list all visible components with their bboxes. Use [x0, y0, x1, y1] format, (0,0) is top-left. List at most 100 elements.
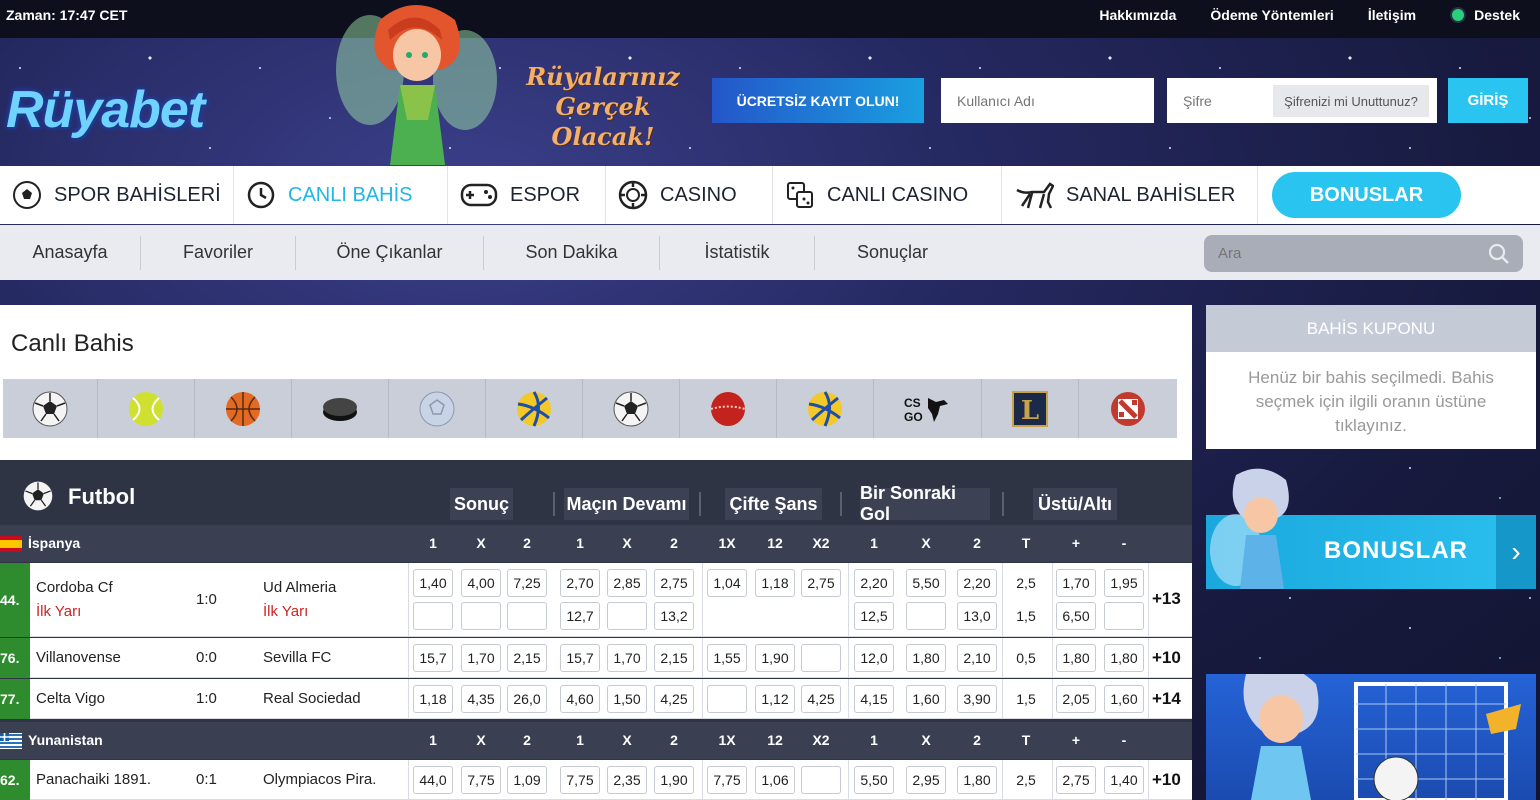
more-markets-button[interactable]: +10 [1152, 648, 1181, 668]
payment-methods-link[interactable]: Ödeme Yöntemleri [1210, 7, 1333, 23]
odds-button[interactable]: 1,80 [906, 644, 946, 672]
sport-beach-volleyball[interactable] [777, 379, 874, 438]
odds-button[interactable]: 2,20 [957, 569, 997, 597]
forgot-password-button[interactable]: Şifrenizi mi Unuttunuz? [1273, 85, 1429, 117]
odds-button[interactable]: 7,75 [707, 766, 747, 794]
odds-button[interactable] [707, 685, 747, 713]
search-icon[interactable] [1488, 243, 1510, 265]
odds-button[interactable]: 2,75 [801, 569, 841, 597]
odds-button[interactable] [801, 766, 841, 794]
subnav-statistics[interactable]: İstatistik [660, 235, 815, 270]
odds-button[interactable]: 6,50 [1056, 602, 1096, 630]
odds-button[interactable]: 2,70 [560, 569, 600, 597]
odds-button[interactable]: 7,25 [507, 569, 547, 597]
sport-basketball[interactable] [195, 379, 292, 438]
odds-button[interactable] [1104, 602, 1144, 630]
odds-button[interactable]: 2,05 [1056, 685, 1096, 713]
promo-banner[interactable] [1206, 674, 1536, 800]
odds-button[interactable]: 2,75 [1056, 766, 1096, 794]
odds-button[interactable]: 12,5 [854, 602, 894, 630]
site-logo[interactable]: Rüyabet [6, 80, 205, 140]
odds-button[interactable]: 2,20 [854, 569, 894, 597]
odds-button[interactable]: 1,55 [707, 644, 747, 672]
subnav-favorites[interactable]: Favoriler [141, 235, 296, 270]
sidebar-bonus-banner[interactable]: BONUSLAR › [1206, 468, 1536, 589]
nav-live-betting[interactable]: CANLI BAHİS [234, 166, 448, 224]
odds-button[interactable] [607, 602, 647, 630]
sport-football[interactable] [3, 379, 98, 438]
odds-button[interactable]: 1,90 [755, 644, 795, 672]
odds-button[interactable]: 1,12 [755, 685, 795, 713]
match-row[interactable]: 76. Villanovense 0:0 Sevilla FC 15,7 1,70 2,15… [0, 638, 1192, 678]
odds-button[interactable]: 1,60 [1104, 685, 1144, 713]
odds-button[interactable]: 44,0 [413, 766, 453, 794]
match-row[interactable]: 44. Cordoba Cf 1:0 Ud Almeria İlk Yarı İlk Ya… [0, 563, 1192, 637]
more-markets-button[interactable]: +13 [1152, 589, 1181, 609]
nav-live-casino[interactable]: CANLI CASINO [773, 166, 1002, 224]
sport-futsal[interactable] [583, 379, 680, 438]
odds-button[interactable]: 2,10 [957, 644, 997, 672]
odds-button[interactable]: 1,60 [906, 685, 946, 713]
match-row[interactable]: 62. Panachaiki 1891. 0:1 Olympiacos Pira. 44… [0, 760, 1192, 800]
odds-button[interactable]: 1,70 [1056, 569, 1096, 597]
odds-button[interactable]: 12,7 [560, 602, 600, 630]
odds-button[interactable]: 4,35 [461, 685, 501, 713]
odds-button[interactable]: 13,0 [957, 602, 997, 630]
odds-button[interactable]: 5,50 [906, 569, 946, 597]
odds-button[interactable]: 1,70 [461, 644, 501, 672]
odds-button[interactable]: 15,7 [560, 644, 600, 672]
sport-cricket[interactable] [680, 379, 777, 438]
sport-csgo[interactable]: CS GO [874, 379, 982, 438]
odds-button[interactable] [461, 602, 501, 630]
search-input[interactable] [1204, 235, 1523, 272]
subnav-featured[interactable]: Öne Çıkanlar [296, 235, 484, 270]
odds-button[interactable]: 2,35 [607, 766, 647, 794]
odds-button[interactable]: 2,95 [906, 766, 946, 794]
sport-dota[interactable] [1079, 379, 1176, 438]
odds-button[interactable]: 2,85 [607, 569, 647, 597]
nav-sports-betting[interactable]: SPOR BAHİSLERİ [0, 166, 234, 224]
sport-volleyball[interactable] [486, 379, 583, 438]
odds-button[interactable]: 1,06 [755, 766, 795, 794]
login-button[interactable]: GİRİŞ [1448, 78, 1528, 123]
odds-button[interactable]: 1,09 [507, 766, 547, 794]
contact-link[interactable]: İletişim [1368, 7, 1416, 23]
odds-button[interactable]: 3,90 [957, 685, 997, 713]
odds-button[interactable] [801, 644, 841, 672]
odds-button[interactable]: 1,70 [607, 644, 647, 672]
bonus-button[interactable]: BONUSLAR [1272, 172, 1461, 218]
odds-button[interactable]: 4,25 [801, 685, 841, 713]
sport-ice-hockey[interactable] [292, 379, 389, 438]
register-button[interactable]: ÜCRETSİZ KAYIT OLUN! [712, 78, 924, 123]
sport-league-of-legends[interactable]: L [982, 379, 1079, 438]
odds-button[interactable]: 4,00 [461, 569, 501, 597]
odds-button[interactable]: 1,18 [413, 685, 453, 713]
odds-button[interactable]: 13,2 [654, 602, 694, 630]
odds-button[interactable]: 5,50 [854, 766, 894, 794]
about-link[interactable]: Hakkımızda [1099, 7, 1176, 23]
username-input[interactable] [941, 78, 1154, 123]
odds-button[interactable]: 12,0 [854, 644, 894, 672]
odds-button[interactable] [906, 602, 946, 630]
nav-casino[interactable]: CASINO [606, 166, 773, 224]
odds-button[interactable]: 1,50 [607, 685, 647, 713]
odds-button[interactable] [413, 602, 453, 630]
odds-button[interactable]: 2,15 [507, 644, 547, 672]
odds-button[interactable]: 1,80 [1104, 644, 1144, 672]
odds-button[interactable]: 2,75 [654, 569, 694, 597]
odds-button[interactable]: 1,40 [1104, 766, 1144, 794]
nav-esports[interactable]: ESPOR [448, 166, 606, 224]
subnav-results[interactable]: Sonuçlar [815, 236, 970, 270]
more-markets-button[interactable]: +10 [1152, 770, 1181, 790]
odds-button[interactable]: 4,15 [854, 685, 894, 713]
odds-button[interactable] [507, 602, 547, 630]
nav-virtual-betting[interactable]: SANAL BAHİSLER [1002, 166, 1258, 224]
more-markets-button[interactable]: +14 [1152, 689, 1181, 709]
subnav-home[interactable]: Anasayfa [0, 235, 141, 270]
subnav-breaking[interactable]: Son Dakika [484, 235, 660, 270]
odds-button[interactable]: 15,7 [413, 644, 453, 672]
odds-button[interactable]: 1,80 [1056, 644, 1096, 672]
odds-button[interactable]: 7,75 [461, 766, 501, 794]
support-link[interactable]: Destek [1450, 7, 1520, 23]
odds-button[interactable]: 1,95 [1104, 569, 1144, 597]
